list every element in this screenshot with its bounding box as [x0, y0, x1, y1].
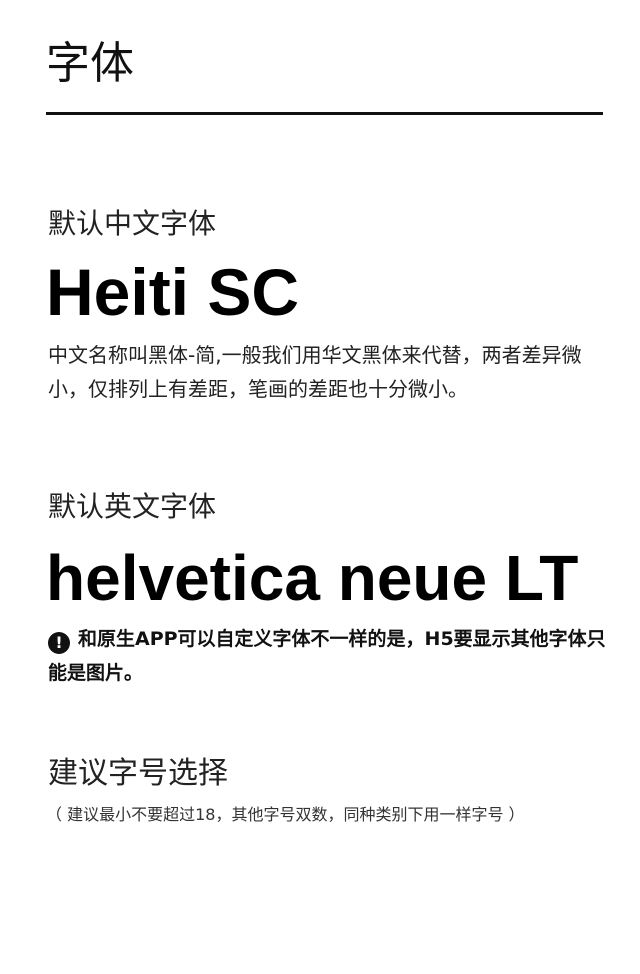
english-font-sample: helvetica neue LT: [46, 542, 579, 614]
font-spec-page: 字体 默认中文字体 Heiti SC 中文名称叫黑体-简,一般我们用华文黑体来代…: [0, 0, 640, 974]
chinese-font-description: 中文名称叫黑体-简,一般我们用华文黑体来代替，两者差异微小，仅排列上有差距，笔画…: [48, 343, 582, 401]
warning-note: ! 和原生APP可以自定义字体不一样的是，H5要显示其他字体只能是图片。: [48, 622, 613, 690]
font-size-note: （ 建议最小不要超过18，其他字号双数，同种类别下用一样字号 ）: [46, 805, 525, 824]
title-divider: [46, 112, 603, 115]
chinese-font-label: 默认中文字体: [48, 207, 217, 240]
exclamation-circle-icon: !: [48, 632, 70, 654]
chinese-font-sample: Heiti SC: [46, 255, 300, 329]
page-title: 字体: [46, 38, 134, 89]
warning-text: 和原生APP可以自定义字体不一样的是，H5要显示其他字体只能是图片。: [48, 628, 606, 684]
english-font-label: 默认英文字体: [48, 490, 217, 523]
font-size-label: 建议字号选择: [48, 756, 228, 791]
